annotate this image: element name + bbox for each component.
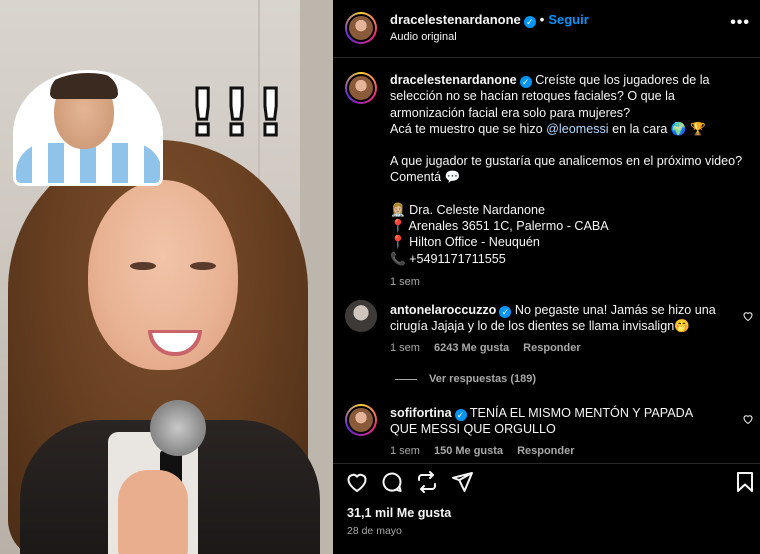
microphone-icon [150,400,206,456]
bookmark-icon[interactable] [733,470,757,494]
post-caption: dracelestenardanone ✓ Creíste que los jug… [390,72,750,290]
contact-line: 👩🏼‍⚕️ Dra. Celeste Nardanone [390,202,545,217]
exclamation-mark: ! [220,77,252,151]
reply-button[interactable]: Responder [517,445,574,457]
share-icon[interactable] [450,470,474,494]
view-replies-label: Ver respuestas (189) [429,373,537,385]
contact-line: 📞 +5491171711555 [390,251,506,266]
view-replies-button[interactable]: Ver respuestas (189) [395,373,536,385]
video-player[interactable]: ! ! ! [0,0,333,554]
repost-icon[interactable] [415,470,439,494]
audio-link[interactable]: Audio original [390,31,457,43]
author-username[interactable]: dracelestenardanone [390,12,521,27]
verified-icon: ✓ [523,16,536,28]
comment-time[interactable]: 1 sem [390,342,420,354]
more-icon[interactable]: ••• [730,14,750,32]
caption-avatar[interactable] [345,72,377,104]
header-divider [333,57,760,58]
caption-time[interactable]: 1 sem [390,276,420,288]
comment-meta: 1 sem 150 Me gusta Responder [390,445,589,457]
caption-question: A que jugador te gustaría que analicemos… [390,154,743,185]
post-details-panel: dracelestenardanone ✓ • Seguir Audio origin… [333,0,760,554]
hand [118,470,188,554]
likes-count[interactable]: 31,1 mil Me gusta [347,506,451,520]
comment-like-heart-icon[interactable] [742,413,754,425]
sticker-jersey [16,143,160,183]
player-sticker [13,70,163,186]
reply-button[interactable]: Responder [523,342,580,354]
action-bar [333,463,760,497]
comment-meta: 1 sem 6243 Me gusta Responder [390,342,595,354]
comment-like-heart-icon[interactable] [742,310,754,322]
exclamation-mark: ! [186,77,218,151]
comment-likes[interactable]: 150 Me gusta [434,445,503,457]
author-avatar[interactable] [345,12,377,44]
caption-text: Acá te muestro que se hizo [390,121,543,136]
commenter-avatar[interactable] [345,300,377,332]
contact-line: 📍 Arenales 3651 1C, Palermo - CABA [390,219,609,234]
heart-icon[interactable] [345,470,369,494]
comment-icon[interactable] [380,470,404,494]
separator-dot: • [539,12,545,27]
left-eye [130,262,156,270]
post-date[interactable]: 28 de mayo [347,525,402,537]
comment-time[interactable]: 1 sem [390,445,420,457]
comment-likes[interactable]: 6243 Me gusta [434,342,509,354]
mention-link[interactable]: @leomessi [546,122,608,136]
post-header: dracelestenardanone ✓ • Seguir [390,12,589,28]
comment: antonelaroccuzzo ✓ No pegaste una! Jamás … [390,302,720,335]
follow-button[interactable]: Seguir [548,12,588,27]
comment-username[interactable]: sofifortina [390,406,452,420]
comment: sofifortina ✓ TENÍA EL MISMO MENTÓN Y PAP… [390,405,720,438]
sticker-hair [50,73,118,99]
comment-username[interactable]: antonelaroccuzzo [390,303,496,317]
right-eye [190,262,216,270]
verified-icon: ✓ [499,306,512,318]
caption-username[interactable]: dracelestenardanone [390,73,517,87]
contact-line: 📍 Hilton Office - Neuquén [390,235,540,250]
exclamation-mark: ! [254,77,286,151]
verified-icon: ✓ [519,76,532,88]
commenter-avatar[interactable] [345,404,377,436]
verified-icon: ✓ [454,409,467,421]
caption-text: en la cara 🌍 🏆 [612,121,706,136]
